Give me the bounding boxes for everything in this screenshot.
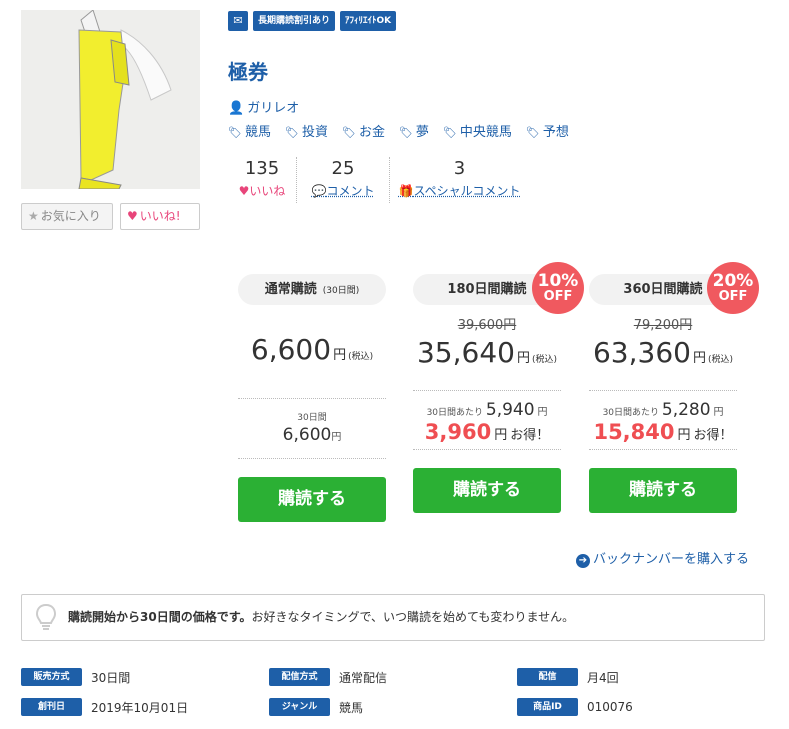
- likes-label: いいね: [249, 184, 286, 198]
- plan-card-360days: 360日間購読 20% OFF 79,200円 63,360 円 (税込) 30日間あ…: [589, 262, 759, 513]
- tag-icon: 🏷: [228, 126, 242, 139]
- spec-value: 月4回: [587, 670, 619, 685]
- stats-bar: 135 ♥いいね 25 💬コメント 3 🎁スペシャルコメント: [228, 157, 529, 203]
- favorite-button[interactable]: ★ お気に入り: [21, 203, 113, 230]
- plan-name: 360日間購読: [623, 282, 703, 297]
- badge-row: ✉ 長期購読割引あり ｱﾌｨﾘｴｲﾄOK: [228, 11, 397, 31]
- like-button[interactable]: ♥ いいね!: [120, 203, 200, 230]
- tag-item[interactable]: 🏷 お金: [342, 121, 385, 140]
- tag-list: 🏷 競馬 🏷 投資 🏷 お金 🏷 夢 🏷 中央競馬 🏷 予想: [228, 121, 569, 140]
- unit-price-line: 6,600円: [282, 425, 342, 445]
- like-label: いいね!: [139, 209, 181, 223]
- spec-key: 販売方式: [21, 668, 82, 686]
- plan-card-180days: 180日間購読 10% OFF 39,600円 35,640 円 (税込) 30日間あ…: [413, 262, 584, 513]
- comment-bubble-icon: 💬: [311, 184, 327, 198]
- tag-icon: 🏷: [398, 126, 413, 139]
- spec-key: 配信: [517, 668, 578, 686]
- backnumber-label: バックナンバーを購入する: [593, 552, 750, 567]
- plan-price: 63,360 円 (税込): [592, 336, 734, 369]
- special-comments-count: 3: [453, 158, 466, 179]
- user-icon: 👤: [228, 101, 245, 116]
- heart-icon: ♥: [127, 209, 138, 223]
- tag-icon: 🏷: [525, 126, 540, 139]
- comments-stat[interactable]: 25 💬コメント: [296, 157, 389, 203]
- gift-icon: 🎁: [398, 184, 414, 198]
- spec-row: 創刊日 2019年10月01日 ジャンル 競馬 商品ID 010076: [21, 698, 765, 716]
- tag-item[interactable]: 🏷 競馬: [228, 121, 271, 140]
- spec-key: 商品ID: [517, 698, 578, 716]
- savings-line: 15,840 円お得！: [593, 420, 733, 444]
- spec-key: ジャンル: [269, 698, 330, 716]
- tag-item[interactable]: 🏷 投資: [285, 121, 328, 140]
- spec-item: 創刊日 2019年10月01日: [21, 698, 269, 716]
- affiliate-badge: ｱﾌｨﾘｴｲﾄOK: [340, 11, 397, 31]
- unit-price-line: 30日間あたり 5,940 円: [426, 400, 548, 420]
- likes-count: 135: [244, 158, 280, 179]
- plan-name: 通常購読: [264, 282, 317, 297]
- plan-tab: 通常購読 (30日間): [238, 274, 386, 305]
- subscribe-360days-button[interactable]: 購読する: [589, 468, 737, 513]
- tag-icon: 🏷: [341, 126, 356, 139]
- likes-stat: 135 ♥いいね: [228, 157, 296, 203]
- plan-name: 180日間購読: [447, 282, 527, 297]
- tag-item[interactable]: 🏷 予想: [526, 121, 569, 140]
- tag-item[interactable]: 🏷 中央競馬: [443, 121, 512, 140]
- spec-item: 配信方式 通常配信: [269, 668, 517, 686]
- heart-icon: ♥: [238, 184, 250, 198]
- subscribe-30days-button[interactable]: 購読する: [238, 477, 386, 522]
- original-price: 79,200円: [633, 318, 693, 333]
- plan-card-30days: 通常購読 (30日間) 6,600 円 (税込) 30日間 6,600円 購読する: [238, 262, 386, 522]
- spec-value: 競馬: [339, 700, 364, 715]
- price-notice: 購読開始から30日間の価格です。お好きなタイミングで、いつ購読を始めても変わりま…: [21, 594, 765, 641]
- author-name: ガリレオ: [247, 101, 300, 116]
- page-title: 極券: [228, 60, 268, 84]
- spec-value: 30日間: [91, 670, 131, 685]
- spec-item: 販売方式 30日間: [21, 668, 269, 686]
- discount-badge: 10% OFF: [532, 262, 584, 314]
- backnumber-link[interactable]: ➔ バックナンバーを購入する: [576, 548, 749, 568]
- spec-value: 2019年10月01日: [91, 700, 189, 715]
- notice-bold: 購読開始から30日間の価格です。: [68, 610, 252, 624]
- special-comments-stat[interactable]: 3 🎁スペシャルコメント: [389, 157, 529, 203]
- unit-label: 30日間: [297, 413, 327, 423]
- spec-item: 商品ID 010076: [517, 698, 765, 716]
- comments-label: コメント: [326, 184, 375, 198]
- arrow-right-circle-icon: ➔: [576, 554, 590, 568]
- author-link[interactable]: 👤 ガリレオ: [228, 97, 299, 116]
- product-thumbnail[interactable]: [21, 10, 200, 189]
- subscribe-180days-button[interactable]: 購読する: [413, 468, 561, 513]
- tag-item[interactable]: 🏷 夢: [399, 121, 429, 140]
- original-price: 39,600円: [457, 318, 517, 333]
- comments-count: 25: [331, 158, 355, 179]
- unit-price-line: 30日間あたり 5,280 円: [602, 400, 724, 420]
- spec-value: 通常配信: [339, 670, 388, 685]
- plan-price: 6,600 円 (税込): [250, 333, 374, 366]
- mail-icon: ✉: [228, 11, 248, 31]
- notice-text: お好きなタイミングで、いつ購読を始めても変わりません。: [251, 610, 575, 624]
- illustration-image: [21, 10, 200, 189]
- star-icon: ★: [28, 209, 39, 223]
- plan-period: (30日間): [322, 286, 360, 296]
- plan-price: 35,640 円 (税込): [416, 336, 558, 369]
- spec-item: 配信 月4回: [517, 668, 765, 686]
- tag-icon: 🏷: [442, 126, 457, 139]
- spec-item: ジャンル 競馬: [269, 698, 517, 716]
- special-comments-label: スペシャルコメント: [413, 184, 521, 198]
- discount-badge: 20% OFF: [707, 262, 759, 314]
- savings-line: 3,960 円お得！: [424, 420, 550, 444]
- spec-key: 創刊日: [21, 698, 82, 716]
- spec-row: 販売方式 30日間 配信方式 通常配信 配信 月4回: [21, 668, 765, 686]
- tag-icon: 🏷: [284, 126, 299, 139]
- spec-value: 010076: [587, 700, 633, 714]
- spec-key: 配信方式: [269, 668, 330, 686]
- favorite-label: お気に入り: [40, 209, 101, 223]
- lightbulb-icon: [36, 604, 56, 630]
- long-term-discount-badge: 長期購読割引あり: [253, 11, 336, 31]
